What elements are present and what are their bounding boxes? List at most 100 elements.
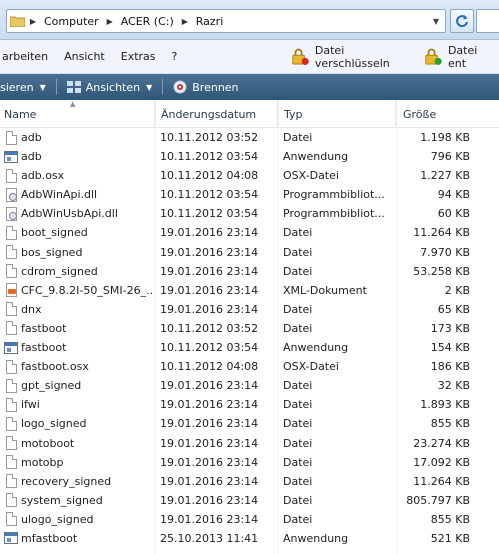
file-type: OSX-Datei [283, 360, 339, 374]
chevron-right-icon[interactable]: ▶ [179, 17, 191, 26]
lock-decrypt-icon [425, 48, 443, 65]
folder-icon [7, 10, 27, 32]
dll-icon [3, 204, 19, 223]
breadcrumb-computer[interactable]: Computer [39, 10, 104, 32]
file-size: 186 KB [430, 360, 470, 374]
file-date: 10.11.2012 03:52 [160, 321, 259, 335]
file-name: fastboot.osx [21, 360, 89, 374]
file-date: 19.01.2016 23:14 [160, 398, 259, 412]
file-size: 1.893 KB [420, 398, 470, 412]
refresh-button[interactable] [450, 9, 474, 33]
file-name: boot_signed [21, 226, 88, 240]
file-row[interactable]: motobp 19.01.2016 23:14 Datei 17.092 KB [0, 453, 499, 472]
file-icon [3, 128, 19, 147]
file-type: Datei [283, 264, 313, 278]
file-date: 19.01.2016 23:14 [160, 436, 259, 450]
file-icon [3, 223, 19, 242]
file-row[interactable]: motoboot 19.01.2016 23:14 Datei 23.274 KB [0, 434, 499, 453]
file-row[interactable]: gpt_signed 19.01.2016 23:14 Datei 32 KB [0, 376, 499, 395]
file-row[interactable]: bos_signed 19.01.2016 23:14 Datei 7.970 KB [0, 243, 499, 262]
file-name: adb [21, 131, 42, 144]
burn-button[interactable]: Brennen [165, 74, 246, 100]
menu-view[interactable]: Ansicht [56, 50, 113, 63]
file-type: Datei [283, 379, 313, 393]
column-header-label: Typ [284, 107, 303, 121]
encrypt-file-button[interactable]: Datei verschlüsseln [285, 44, 416, 70]
file-row[interactable]: AdbWinUsbApi.dll 10.11.2012 03:54 Programm… [0, 204, 499, 223]
file-row[interactable]: fastboot.osx 10.11.2012 04:08 OSX-Datei 186… [0, 357, 499, 376]
file-type: Anwendung [283, 150, 349, 164]
file-date: 19.01.2016 23:14 [160, 302, 259, 316]
file-name: AdbWinApi.dll [21, 188, 98, 202]
file-row[interactable]: mfastboot 25.10.2013 11:41 Anwendung 521 KB [0, 529, 499, 548]
file-type: Datei [283, 245, 313, 259]
chevron-right-icon[interactable]: ▶ [27, 17, 39, 26]
application-icon [3, 338, 19, 357]
file-name: logo_signed [21, 417, 87, 431]
file-size: 796 KB [430, 150, 470, 164]
file-type: Datei [283, 455, 313, 469]
file-name: adb.osx [21, 169, 65, 183]
file-type: Datei [283, 226, 313, 240]
column-header-date[interactable]: Änderungsdatum [155, 100, 278, 128]
file-type: Datei [283, 321, 313, 335]
file-row[interactable]: cdrom_signed 19.01.2016 23:14 Datei 53.258 … [0, 262, 499, 281]
menu-help[interactable]: ? [164, 50, 186, 63]
file-icon [3, 262, 19, 281]
file-row[interactable]: dnx 19.01.2016 23:14 Datei 65 KB [0, 300, 499, 319]
views-button[interactable]: Ansichten ▼ [59, 74, 161, 100]
file-date: 10.11.2012 03:54 [160, 188, 259, 202]
file-date: 10.11.2012 03:54 [160, 341, 259, 355]
file-size: 805.797 KB [406, 493, 470, 507]
file-row[interactable]: system_signed 19.01.2016 23:14 Datei 805.79… [0, 491, 499, 510]
decrypt-file-button[interactable]: Datei ent [418, 44, 499, 70]
file-row[interactable]: logo_signed 19.01.2016 23:14 Datei 855 KB [0, 414, 499, 433]
file-row[interactable]: fastboot 10.11.2012 03:52 Datei 173 KB [0, 319, 499, 338]
file-date: 19.01.2016 23:14 [160, 493, 259, 507]
file-row[interactable]: recovery_signed 19.01.2016 23:14 Datei 11.2… [0, 472, 499, 491]
file-size: 11.264 KB [413, 474, 470, 488]
file-type: Programmbibliot... [283, 207, 385, 221]
file-name: adb [21, 150, 42, 164]
menu-edit[interactable]: arbeiten [0, 50, 56, 63]
column-header-size[interactable]: Größe [396, 100, 499, 128]
file-name: CFC_9.8.2I-50_SMI-26_... [21, 283, 153, 297]
file-name: motoboot [21, 436, 75, 450]
column-header-type[interactable]: Typ [278, 100, 396, 128]
file-name: AdbWinUsbApi.dll [21, 207, 118, 221]
organize-button[interactable]: sieren ▼ [0, 74, 54, 100]
breadcrumb-drive[interactable]: ACER (C:) [116, 10, 179, 32]
file-date: 10.11.2012 03:52 [160, 131, 259, 144]
file-date: 10.11.2012 03:54 [160, 150, 259, 164]
file-type: Anwendung [283, 531, 349, 545]
file-type: Datei [283, 131, 313, 144]
address-bar[interactable]: ▶ Computer ▶ ACER (C:) ▶ Razri ▼ [6, 9, 446, 33]
search-input[interactable] [476, 9, 499, 33]
file-row[interactable]: CFC_9.8.2I-50_SMI-26_... 19.01.2016 23:14… [0, 281, 499, 300]
file-icon [3, 414, 19, 433]
menu-tools[interactable]: Extras [113, 50, 164, 63]
chevron-right-icon[interactable]: ▶ [104, 17, 116, 26]
file-icon [3, 319, 19, 338]
column-header-name[interactable]: Name [0, 100, 155, 128]
file-row[interactable]: adb 10.11.2012 03:54 Anwendung 796 KB [0, 147, 499, 166]
file-row[interactable]: boot_signed 19.01.2016 23:14 Datei 11.264 K… [0, 223, 499, 242]
file-row[interactable]: fastboot 10.11.2012 03:54 Anwendung 154 KB [0, 338, 499, 357]
file-row[interactable]: adb 10.11.2012 03:52 Datei 1.198 KB [0, 128, 499, 147]
chevron-down-icon[interactable]: ▼ [427, 10, 445, 32]
file-row[interactable]: ifwi 19.01.2016 23:14 Datei 1.893 KB [0, 395, 499, 414]
file-row[interactable]: adb.osx 10.11.2012 04:08 OSX-Datei 1.227 KB [0, 166, 499, 185]
file-type: Anwendung [283, 341, 349, 355]
file-size: 521 KB [430, 531, 470, 545]
file-name: system_signed [21, 493, 103, 507]
divider [55, 79, 57, 95]
file-row[interactable]: ulogo_signed 19.01.2016 23:14 Datei 855 KB [0, 510, 499, 529]
file-date: 19.01.2016 23:14 [160, 455, 259, 469]
chevron-down-icon: ▼ [39, 82, 46, 92]
file-type: Datei [283, 302, 313, 316]
file-size: 11.264 KB [413, 226, 470, 240]
file-type: OSX-Datei [283, 169, 339, 183]
file-type: Datei [283, 417, 313, 431]
breadcrumb-folder[interactable]: Razri [191, 10, 229, 32]
file-row[interactable]: AdbWinApi.dll 10.11.2012 03:54 Programmbib… [0, 185, 499, 204]
